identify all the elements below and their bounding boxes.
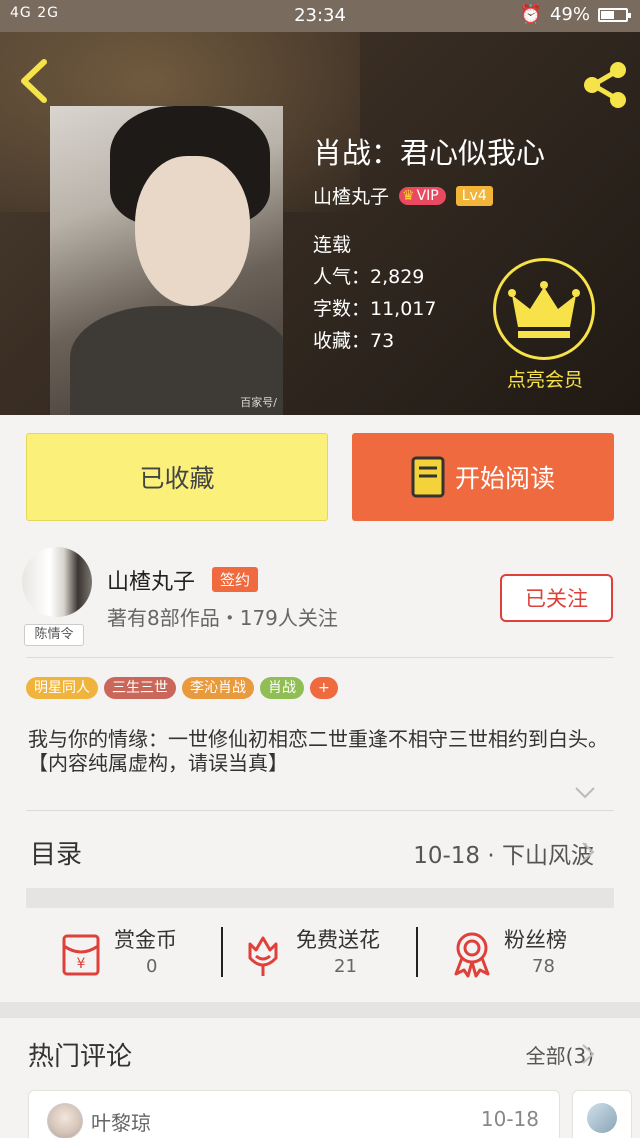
stat-label: 粉丝榜 [504, 928, 567, 952]
divider [416, 927, 418, 977]
book-status: 连载 [313, 234, 352, 256]
stat-value: 21 [334, 956, 357, 977]
stat-label: 免费送花 [296, 928, 380, 952]
book-popularity: 人气：2,829 [313, 266, 425, 288]
hot-comments-title: 热门评论 [28, 1042, 133, 1072]
author-stats: 著有8部作品・179人关注 [107, 606, 338, 630]
level-badge: Lv4 [455, 185, 493, 206]
add-tag-button[interactable]: + [310, 677, 338, 699]
chevron-right-icon [582, 842, 595, 862]
book-header: 百家号/ 肖战：君心似我心 山楂丸子 ♛ VIP Lv4 连载 人气：2,829 … [0, 32, 640, 415]
status-bar: 4G 2G 23:34 ⏰ 49% [0, 0, 640, 32]
crown-icon: ♛ [402, 187, 415, 204]
divider [221, 927, 223, 977]
medal-icon [454, 932, 490, 978]
book-description: 我与你的情缘：一世修仙初相恋二世重逢不相守三世相约到白头。【内容纯属虚构，请误当… [28, 727, 608, 775]
tag-list: 明星同人 三生三世 李沁肖战 肖战 + [26, 677, 338, 699]
latest-chapter[interactable]: 10-18 · 下山风波 [413, 836, 594, 870]
catalog-label[interactable]: 目录 [30, 834, 82, 871]
start-reading-button[interactable]: 开始阅读 [352, 433, 614, 521]
reward-coins[interactable]: ¥ 赏金币 0 [58, 924, 198, 984]
commenter-avatar [47, 1103, 83, 1138]
book-author[interactable]: 山楂丸子 [313, 182, 389, 209]
commenter-avatar [587, 1103, 617, 1133]
tag[interactable]: 肖战 [260, 677, 304, 699]
divider [26, 810, 614, 811]
chevron-right-icon [582, 1044, 595, 1064]
tag[interactable]: 明星同人 [26, 677, 98, 699]
back-icon[interactable] [16, 56, 56, 106]
stat-value: 78 [532, 956, 555, 977]
svg-text:¥: ¥ [77, 956, 86, 972]
send-flowers[interactable]: 免费送花 21 [242, 924, 412, 984]
book-favorites: 收藏：73 [313, 330, 395, 352]
vip-badge: ♛ VIP [399, 186, 446, 205]
book-icon [411, 456, 445, 498]
section-separator [0, 1002, 640, 1018]
commenter-name: 叶黎琼 [91, 1111, 151, 1135]
member-label[interactable]: 点亮会员 [480, 365, 610, 392]
cover-watermark: 百家号/ [240, 396, 277, 409]
comment-date: 10-18 [480, 1107, 539, 1131]
avatar-tag: 陈情令 [24, 624, 84, 646]
crown-icon [508, 281, 580, 338]
share-icon[interactable] [580, 60, 630, 110]
flower-icon [248, 936, 278, 976]
book-title: 肖战：君心似我心 [313, 136, 546, 170]
comment-card[interactable]: 叶黎琼 10-18 [28, 1090, 560, 1138]
fan-ranking[interactable]: 粉丝榜 78 [450, 924, 600, 984]
follow-button[interactable]: 已关注 [500, 574, 613, 622]
tag[interactable]: 三生三世 [104, 677, 176, 699]
stat-label: 赏金币 [114, 928, 177, 952]
signed-badge: 签约 [212, 567, 259, 592]
battery-percent: 49% [549, 4, 590, 25]
red-envelope-icon: ¥ [62, 934, 100, 976]
battery-icon [598, 7, 631, 22]
collected-button[interactable]: 已收藏 [26, 433, 328, 521]
author-name[interactable]: 山楂丸子 [107, 564, 195, 596]
alarm-icon: ⏰ [519, 4, 542, 25]
book-word-count: 字数：11,017 [313, 298, 437, 320]
tag[interactable]: 李沁肖战 [182, 677, 254, 699]
divider [26, 657, 614, 658]
author-avatar[interactable] [22, 547, 92, 617]
comment-card[interactable] [572, 1090, 632, 1138]
stat-value: 0 [146, 956, 158, 977]
book-cover[interactable]: 百家号/ [50, 106, 283, 415]
expand-chevron-icon[interactable] [574, 786, 596, 800]
member-button[interactable] [493, 258, 595, 360]
section-separator [26, 888, 614, 908]
